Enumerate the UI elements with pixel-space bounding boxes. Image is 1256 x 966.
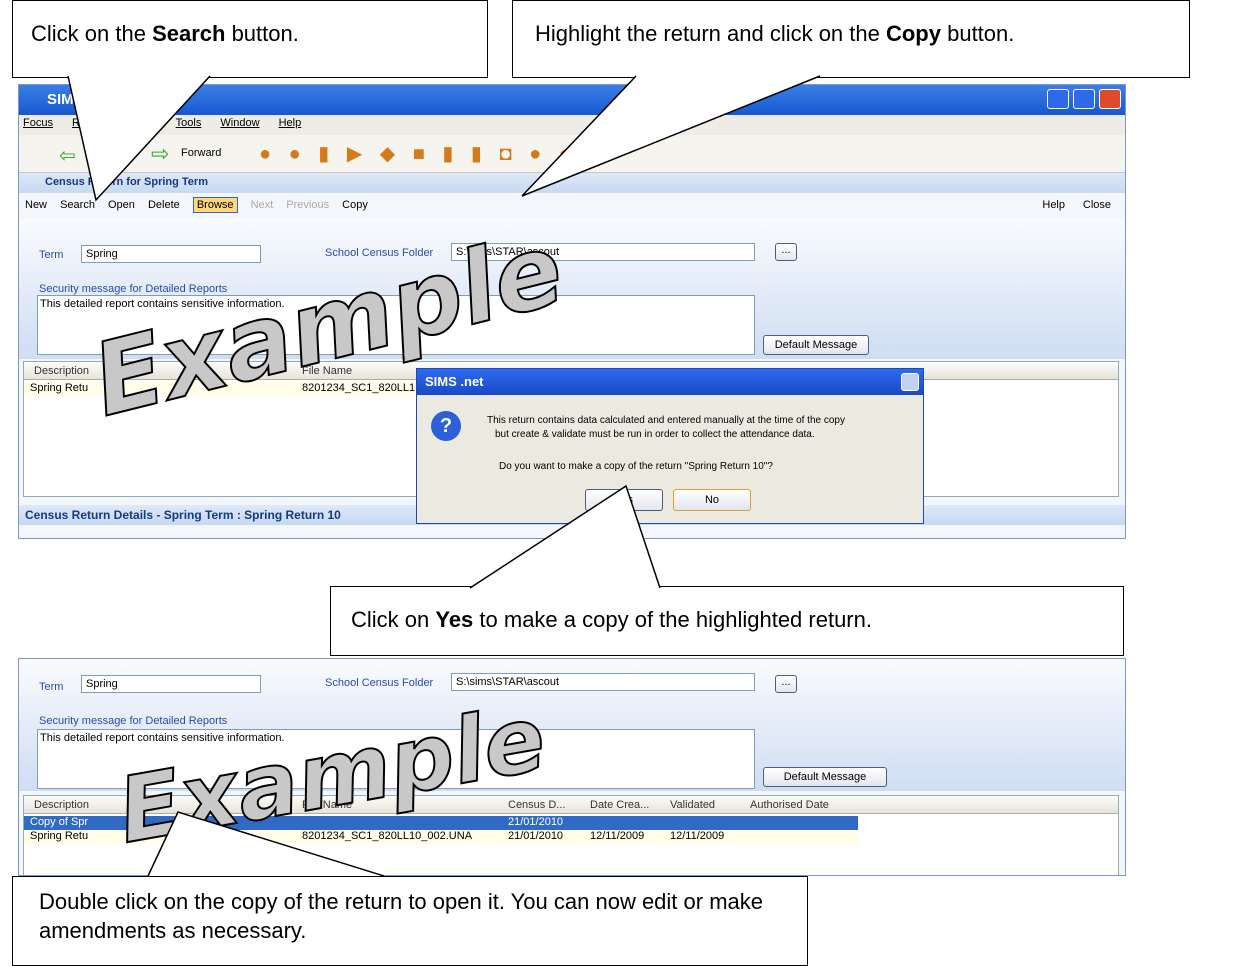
browse-button[interactable]: Browse — [192, 197, 238, 213]
back-icon[interactable]: ⇦ — [59, 143, 76, 168]
term-select-2[interactable]: Spring — [81, 675, 261, 693]
folder-browse-button-2[interactable]: ... — [775, 675, 797, 693]
row-description: Spring Retu — [30, 830, 89, 842]
window-controls — [1046, 89, 1121, 113]
menu-help[interactable]: Help — [279, 117, 302, 129]
yes-button[interactable]: Yes — [585, 489, 663, 511]
term-label-2: Term — [39, 681, 64, 693]
forward-icon[interactable]: ⇨ — [151, 141, 169, 167]
folder-browse-button[interactable]: ... — [775, 243, 797, 261]
menu-window[interactable]: Window — [220, 117, 259, 129]
row-description: Spring Retu — [30, 382, 89, 394]
toolbar: New Search Open Delete Browse Next Previ… — [19, 193, 1125, 219]
close-button[interactable]: Close — [1083, 199, 1111, 211]
row-file-name: 8201234_SC1_820LL10_002.UNA — [302, 830, 473, 842]
callout-yes: Click on Yes to make a copy of the highl… — [330, 586, 1124, 656]
dialog-close-icon[interactable] — [901, 373, 919, 391]
security-label: Security message for Detailed Reports — [39, 283, 228, 295]
menu-bar: Focus Rep s Tools Window Help — [19, 115, 1125, 135]
menu-reports[interactable]: Rep — [72, 117, 92, 129]
row-validated: 12/11/2009 — [670, 830, 725, 842]
dialog-question: Do you want to make a copy of the return… — [499, 461, 773, 472]
dialog-line-1: This return contains data calculated and… — [487, 415, 845, 426]
folder-label-2: School Census Folder — [325, 677, 434, 689]
callout-copy: Highlight the return and click on the Co… — [512, 0, 1190, 78]
callout-double-click: Double click on the copy of the return t… — [12, 876, 808, 966]
previous-button[interactable]: Previous — [286, 199, 329, 211]
forward-label[interactable]: Forward — [181, 147, 221, 159]
row-date-created: 12/11/2009 — [590, 830, 645, 842]
col-description[interactable]: Description — [34, 365, 89, 377]
delete-button[interactable]: Delete — [148, 199, 180, 211]
term-select[interactable]: Spring — [81, 245, 261, 263]
help-button[interactable]: Help — [1042, 199, 1065, 211]
folder-input-2[interactable]: S:\sims\STAR\ascout — [451, 673, 755, 691]
col-description-2[interactable]: Description — [34, 799, 89, 811]
row-census-date: 21/01/2010 — [508, 830, 564, 842]
restore-icon[interactable] — [1072, 89, 1095, 109]
default-message-button-2[interactable]: Default Message — [763, 767, 887, 787]
module-icons: ● ● ▮ ▶ ◆ ■ ▮ ▮ ◘ ● ● ● — [259, 143, 607, 165]
minimize-icon[interactable] — [1046, 89, 1069, 109]
col-validated[interactable]: Validated — [670, 799, 715, 811]
row-description: Copy of Spr — [30, 816, 89, 828]
term-label: Term — [39, 249, 64, 261]
menu-tools[interactable]: Tools — [176, 117, 202, 129]
no-button[interactable]: No — [673, 489, 751, 511]
window-title: SIMS .n y School — [47, 91, 168, 108]
copy-button[interactable]: Copy — [342, 199, 368, 211]
callout-search: Click on the Search button. — [12, 0, 488, 78]
question-icon: ? — [431, 411, 461, 441]
open-button[interactable]: Open — [108, 199, 135, 211]
col-census-date[interactable]: Census D... — [508, 799, 565, 811]
default-message-button[interactable]: Default Message — [763, 335, 869, 355]
col-date-created[interactable]: Date Crea... — [590, 799, 649, 811]
dialog-title: SIMS .net — [417, 369, 923, 395]
close-icon[interactable] — [1099, 89, 1121, 109]
next-button[interactable]: Next — [251, 199, 274, 211]
title-bar: SIMS .n y School — [19, 85, 1125, 115]
search-button[interactable]: Search — [60, 199, 95, 211]
col-authorised-date[interactable]: Authorised Date — [750, 799, 829, 811]
menu-focus[interactable]: Focus — [23, 117, 53, 129]
row-census-date: 21/01/2010 — [508, 816, 564, 828]
security-label-2: Security message for Detailed Reports — [39, 715, 228, 727]
confirm-dialog: SIMS .net ? This return contains data ca… — [416, 368, 924, 524]
menu-s[interactable]: s — [151, 117, 157, 129]
nav-bar: ⇦ ⇨ Forward ● ● ▮ ▶ ◆ ■ ▮ ▮ ◘ ● ● ● — [19, 135, 1125, 173]
dialog-line-2: but create & validate must be run in ord… — [495, 429, 815, 440]
section-header: Census Return for Spring Term — [19, 173, 1125, 193]
new-button[interactable]: New — [25, 199, 47, 211]
